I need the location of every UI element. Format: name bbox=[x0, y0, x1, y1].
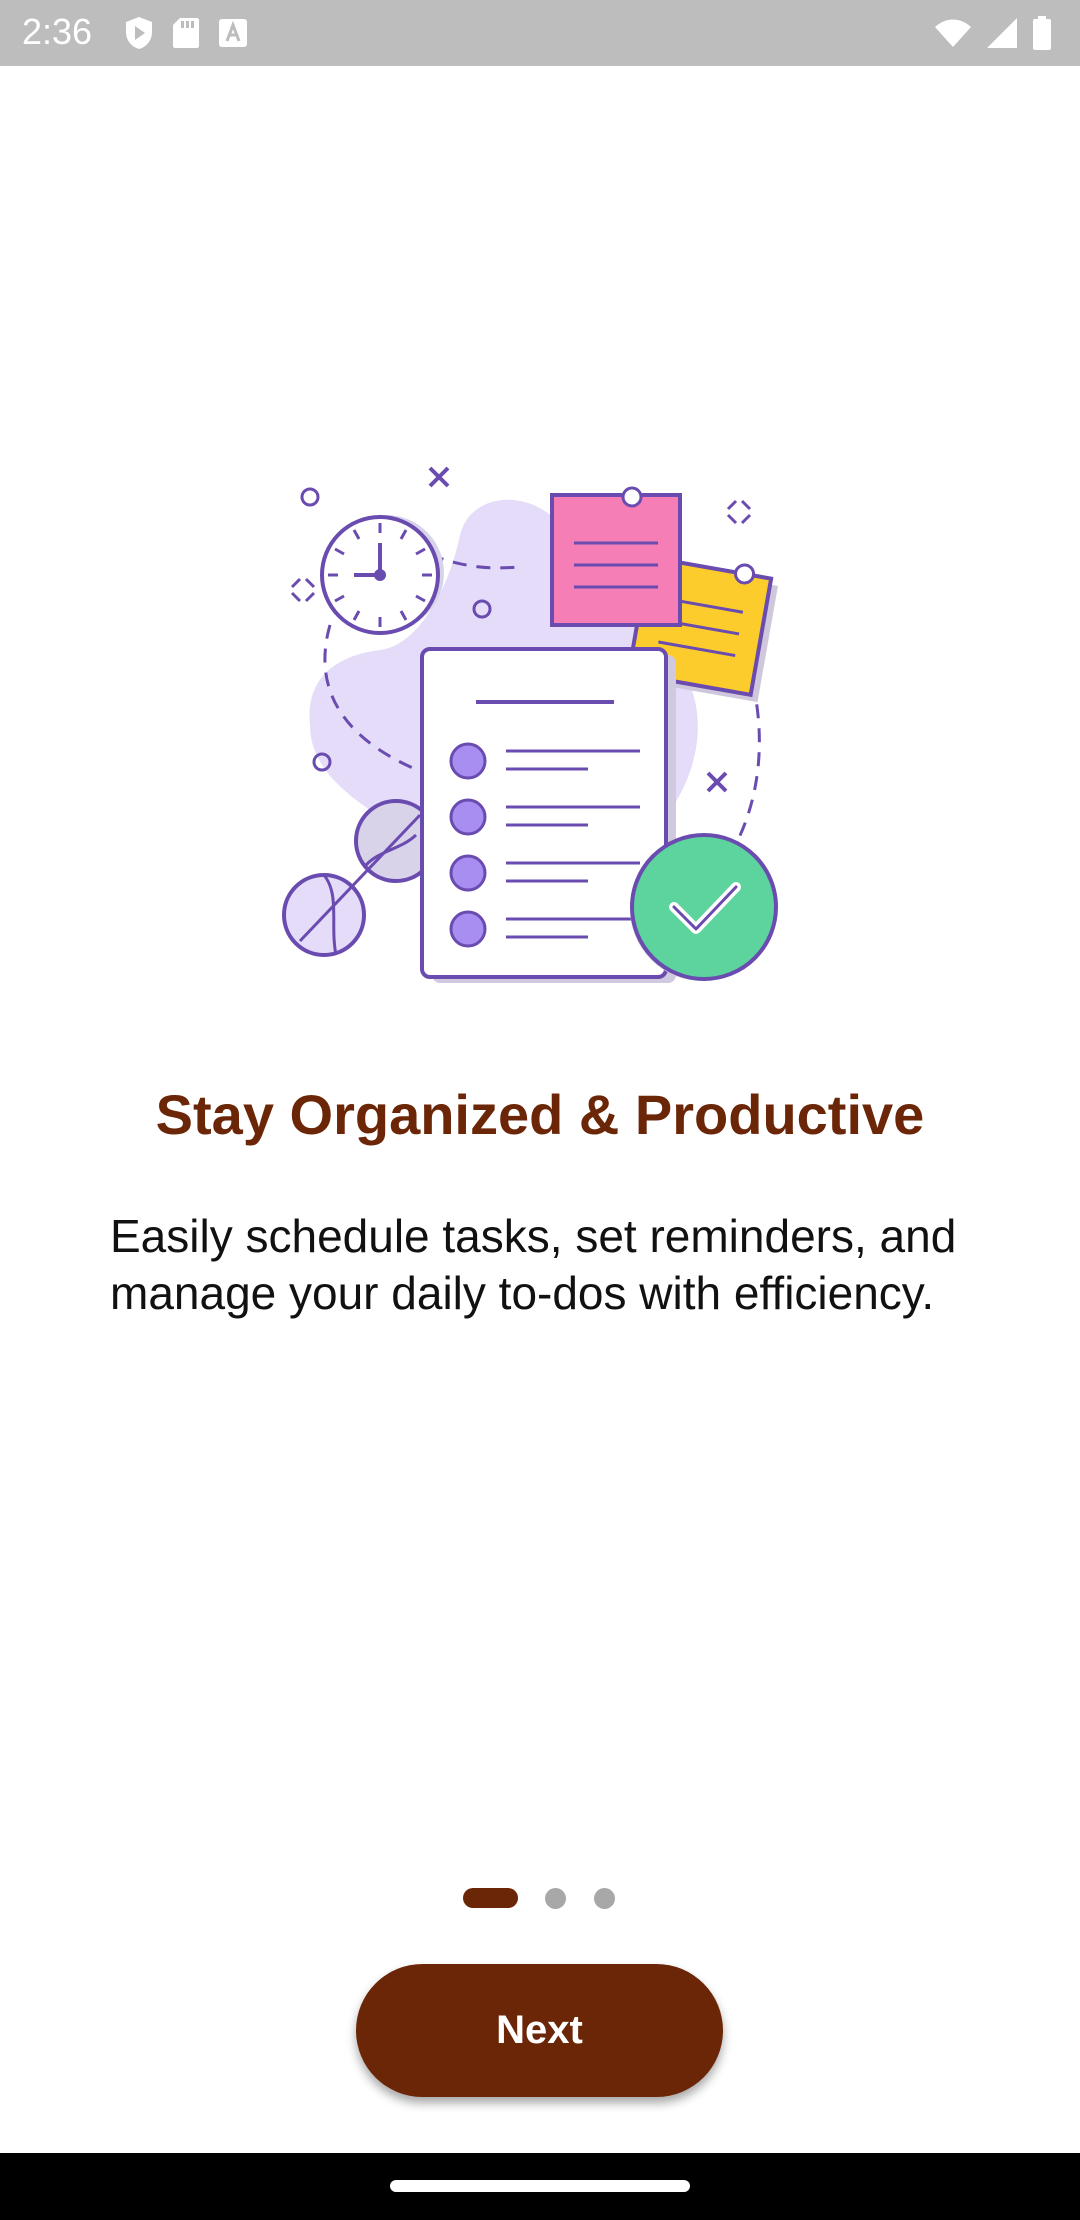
task-checklist-illustration bbox=[270, 455, 810, 995]
signal-icon bbox=[987, 18, 1017, 48]
glasses-icon bbox=[282, 799, 438, 957]
status-notification-icons bbox=[124, 14, 248, 52]
next-button[interactable]: Next bbox=[356, 1964, 723, 2097]
home-gesture-handle[interactable] bbox=[390, 2180, 690, 2192]
page-indicator-dot bbox=[594, 1888, 615, 1909]
battery-icon bbox=[1033, 16, 1051, 50]
illustration-graphic bbox=[282, 466, 778, 983]
onboarding-description: Easily schedule tasks, set reminders, an… bbox=[110, 1210, 957, 1319]
status-time: 2:36 bbox=[22, 11, 93, 52]
page-indicator-dot bbox=[545, 1888, 566, 1909]
onboarding-title: Stay Organized & Productive bbox=[155, 1083, 925, 1146]
navigation-bar bbox=[0, 2153, 1080, 2220]
play-protect-icon bbox=[126, 17, 152, 49]
status-system-icons bbox=[934, 14, 1052, 52]
wifi-icon bbox=[935, 19, 971, 47]
status-bar: 2:36 bbox=[0, 0, 1080, 66]
page-indicator bbox=[0, 1886, 1080, 1910]
check-badge-icon bbox=[630, 833, 778, 981]
text-a-icon bbox=[219, 19, 247, 47]
sticky-note-pink bbox=[550, 486, 682, 627]
page-indicator-dot-active bbox=[463, 1888, 518, 1908]
sd-card-icon bbox=[173, 18, 199, 48]
